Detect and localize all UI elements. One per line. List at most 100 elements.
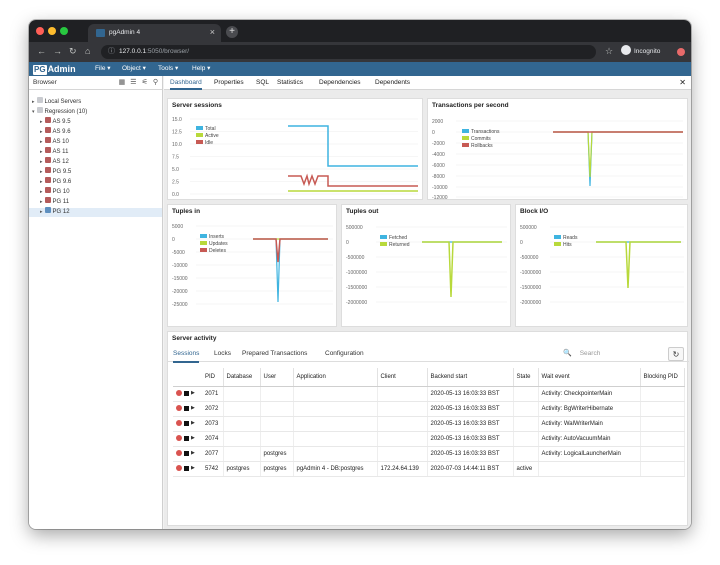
cell-application: [293, 431, 378, 447]
terminate-session-icon[interactable]: [184, 420, 189, 426]
tab-configuration[interactable]: Configuration: [325, 347, 364, 361]
table-row[interactable]: ▶ 2077 postgres 2020-05-13 16:03:33 BST …: [173, 446, 685, 462]
column-header[interactable]: State: [513, 368, 539, 387]
expand-arrow-icon[interactable]: ▸: [40, 149, 43, 155]
table-row[interactable]: ▶ 2072 2020-05-13 16:03:33 BST Activity:…: [173, 401, 685, 417]
minimize-window-icon[interactable]: [48, 27, 56, 35]
close-icon[interactable]: ×: [210, 27, 215, 37]
properties-icon[interactable]: ▦: [119, 79, 126, 86]
site-info-icon[interactable]: ⓘ: [108, 45, 115, 59]
expand-arrow-icon[interactable]: ▸: [40, 139, 43, 145]
tree-item-pg-9-5[interactable]: ▸ PG 9.5: [40, 167, 71, 177]
table-row[interactable]: ▶ 2073 2020-05-13 16:03:33 BST Activity:…: [173, 416, 685, 432]
legend-label: Transactions: [471, 129, 500, 135]
column-header[interactable]: User: [260, 368, 294, 387]
table-row[interactable]: ▶ 5742 postgres postgres pgAdmin 4 - DB:…: [173, 461, 685, 477]
home-icon[interactable]: ⌂: [85, 46, 90, 57]
tab-sessions[interactable]: Sessions: [173, 347, 200, 363]
tab-dependents[interactable]: Dependents: [375, 76, 410, 90]
expand-arrow-icon[interactable]: ▸: [40, 189, 43, 195]
tree-item-label: PG 9.6: [52, 179, 72, 185]
tab-prepared-transactions[interactable]: Prepared Transactions: [242, 347, 307, 361]
cell-state: [513, 416, 539, 432]
profile-avatar-icon[interactable]: [677, 48, 685, 56]
forward-arrow-icon[interactable]: →: [53, 46, 62, 57]
new-tab-plus-icon[interactable]: +: [226, 26, 238, 38]
series-deletes: [253, 238, 328, 263]
tab-locks[interactable]: Locks: [214, 347, 231, 361]
close-panel-icon[interactable]: ✕: [679, 78, 686, 87]
tree-item-as-9-6[interactable]: ▸ AS 9.6: [40, 127, 71, 137]
expand-arrow-icon[interactable]: ▸: [40, 209, 43, 215]
column-header[interactable]: Application: [293, 368, 378, 387]
expand-row-icon[interactable]: ▶: [191, 435, 195, 441]
cancel-query-icon[interactable]: [176, 405, 182, 412]
expand-arrow-icon[interactable]: ▸: [32, 99, 35, 105]
column-header[interactable]: Wait event: [538, 368, 641, 387]
column-header[interactable]: Backend start: [427, 368, 514, 387]
cancel-query-icon[interactable]: [176, 390, 182, 397]
row-actions: ▶: [173, 461, 202, 477]
tree-item-as-12[interactable]: ▸ AS 12: [40, 157, 69, 167]
tab-sql[interactable]: SQL: [256, 76, 269, 90]
reload-icon[interactable]: ↻: [69, 46, 77, 57]
terminate-session-icon[interactable]: [184, 390, 189, 396]
back-arrow-icon[interactable]: ←: [37, 46, 46, 57]
column-header[interactable]: Blocking PID: [640, 368, 685, 387]
tab-dashboard[interactable]: Dashboard: [170, 76, 202, 90]
tree-item-as-9-5[interactable]: ▸ AS 9.5: [40, 117, 71, 127]
maximize-window-icon[interactable]: [60, 27, 68, 35]
query-tool-icon[interactable]: ⚟: [142, 79, 148, 86]
expand-arrow-icon[interactable]: ▸: [40, 199, 43, 205]
cancel-query-icon[interactable]: [176, 420, 182, 427]
terminate-session-icon[interactable]: [184, 435, 189, 441]
cancel-query-icon[interactable]: [176, 450, 182, 457]
expand-arrow-icon[interactable]: ▸: [40, 129, 43, 135]
tree-item-pg-10[interactable]: ▸ PG 10: [40, 187, 70, 197]
tab-statistics[interactable]: Statistics: [277, 76, 303, 90]
terminate-session-icon[interactable]: [184, 465, 189, 471]
refresh-button[interactable]: ↻: [668, 347, 684, 361]
table-row[interactable]: ▶ 2074 2020-05-13 16:03:33 BST Activity:…: [173, 431, 685, 447]
expand-arrow-icon[interactable]: ▸: [40, 119, 43, 125]
search-input[interactable]: 🔍 Search: [563, 348, 665, 360]
tree-item-pg-9-6[interactable]: ▸ PG 9.6: [40, 177, 72, 187]
expand-row-icon[interactable]: ▶: [191, 420, 195, 426]
url-input[interactable]: ⓘ 127.0.0.1:5050/browser/: [101, 45, 596, 59]
tree-item-pg-11[interactable]: ▸ PG 11: [40, 197, 69, 207]
terminate-session-icon[interactable]: [184, 405, 189, 411]
tree-item-local-servers[interactable]: ▸ Local Servers: [32, 97, 81, 107]
expand-arrow-icon[interactable]: ▸: [40, 159, 43, 165]
menu-tools[interactable]: Tools ▾: [158, 64, 178, 74]
table-row[interactable]: ▶ 2071 2020-05-13 16:03:33 BST Activity:…: [173, 386, 685, 402]
column-header[interactable]: PID: [202, 368, 224, 387]
tab-dependencies[interactable]: Dependencies: [319, 76, 361, 90]
menu-file[interactable]: File ▾: [95, 64, 111, 74]
terminate-session-icon[interactable]: [184, 450, 189, 456]
expand-row-icon[interactable]: ▶: [191, 405, 195, 411]
expand-arrow-icon[interactable]: ▸: [40, 179, 43, 185]
tab-properties[interactable]: Properties: [214, 76, 244, 90]
column-header[interactable]: Client: [377, 368, 428, 387]
tree-item-pg-12[interactable]: ▸ PG 12: [29, 207, 162, 217]
browser-tab[interactable]: pgAdmin 4 ×: [88, 24, 221, 42]
search-objects-icon[interactable]: ⚲: [153, 79, 158, 86]
tree-item-as-10[interactable]: ▸ AS 10: [40, 137, 69, 147]
tree-item-regression[interactable]: ▾ Regression (10): [32, 107, 87, 117]
menu-help[interactable]: Help ▾: [192, 64, 210, 74]
menu-object[interactable]: Object ▾: [122, 64, 146, 74]
expand-row-icon[interactable]: ▶: [191, 465, 195, 471]
y-tick: 2.5: [172, 180, 179, 186]
expand-row-icon[interactable]: ▶: [191, 450, 195, 456]
bookmark-star-icon[interactable]: ☆: [605, 46, 613, 57]
cancel-query-icon[interactable]: [176, 435, 182, 442]
cancel-query-icon[interactable]: [176, 465, 182, 472]
incognito-indicator[interactable]: Incognito: [621, 45, 660, 58]
table-view-icon[interactable]: ☰: [130, 79, 136, 86]
collapse-arrow-icon[interactable]: ▾: [32, 109, 35, 115]
tree-item-as-11[interactable]: ▸ AS 11: [40, 147, 68, 157]
close-window-icon[interactable]: [36, 27, 44, 35]
expand-arrow-icon[interactable]: ▸: [40, 169, 43, 175]
column-header[interactable]: Database: [223, 368, 261, 387]
expand-row-icon[interactable]: ▶: [191, 390, 195, 396]
